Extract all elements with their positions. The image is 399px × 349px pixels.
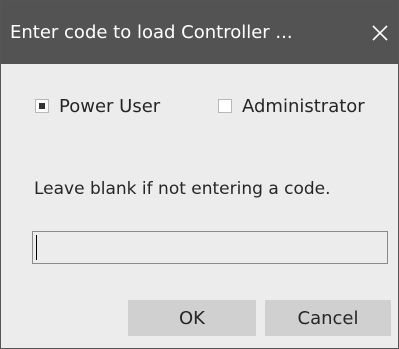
close-button[interactable] [366, 19, 394, 47]
dialog-window: Enter code to load Controller ... Power … [0, 0, 399, 349]
administrator-label: Administrator [242, 95, 365, 117]
info-text: Leave blank if not entering a code. [34, 179, 331, 199]
administrator-option[interactable]: Administrator [218, 93, 365, 119]
dialog-title: Enter code to load Controller ... [10, 22, 293, 43]
power-user-checkbox[interactable] [35, 99, 49, 113]
close-icon [372, 25, 388, 41]
cancel-button[interactable]: Cancel [265, 300, 391, 336]
text-caret [36, 235, 37, 260]
title-bar[interactable]: Enter code to load Controller ... [1, 1, 398, 64]
code-input[interactable] [32, 231, 388, 264]
power-user-label: Power User [59, 95, 161, 117]
ok-button[interactable]: OK [128, 300, 256, 336]
power-user-option[interactable]: Power User [35, 93, 160, 119]
administrator-checkbox[interactable] [218, 99, 232, 113]
